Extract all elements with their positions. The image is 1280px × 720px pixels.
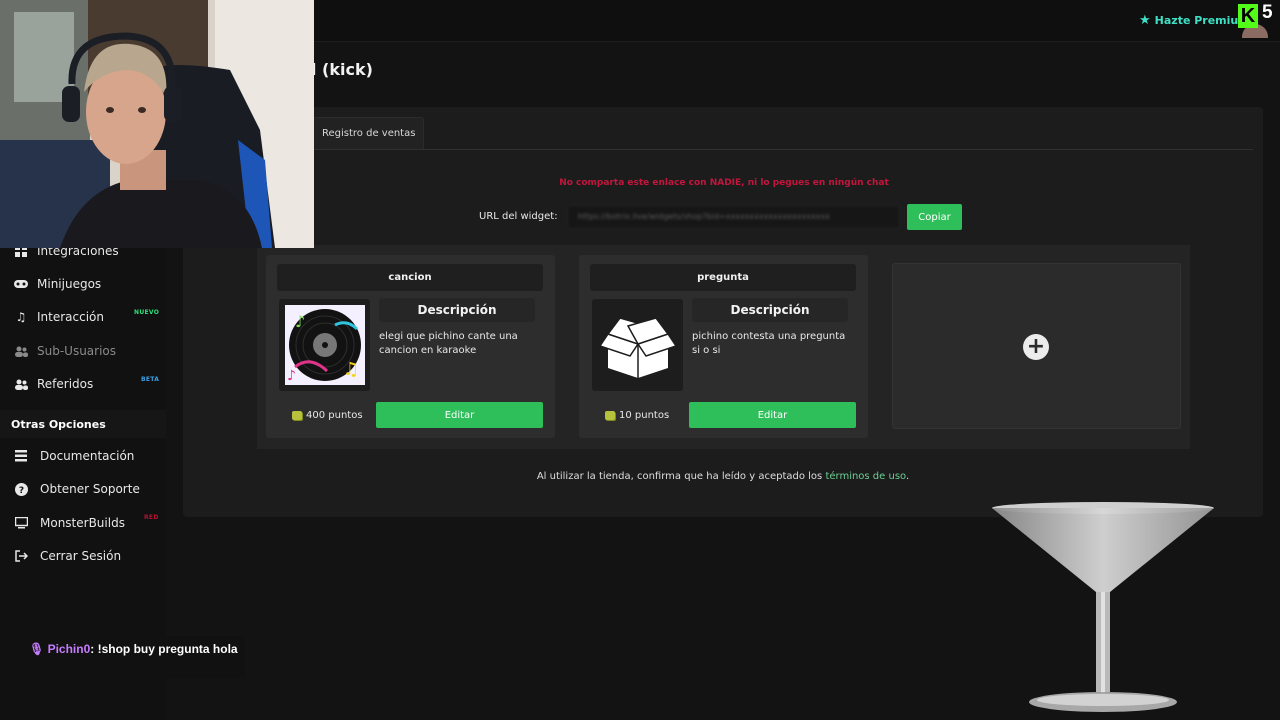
document-icon [14,449,28,463]
svg-text:♪: ♪ [295,312,305,331]
shop-item-card: cancion ♪ ♫ ♪ Descripción elegi que pich… [266,255,555,438]
item-description: pichino contesta una pregunta si o si [692,331,846,356]
sidebar-item-label: Obtener Soporte [40,482,140,496]
microphone-icon: 🎙 [29,642,45,656]
coins-icon [292,411,302,420]
kick-logo-icon: K [1238,4,1258,28]
sidebar-item-referidos[interactable]: Referidos [14,377,93,391]
item-price: 10 puntos [605,410,669,421]
sidebar-item-obtener-soporte[interactable]: ? Obtener Soporte [14,482,140,496]
webcam-overlay [0,0,314,248]
terms-notice: Al utilizar la tienda, confirma que ha l… [0,471,1280,482]
item-price: 400 puntos [292,410,363,421]
sidebar-item-label: MonsterBuilds [40,516,125,530]
users-icon [14,344,28,358]
sidebar-item-label: Sub-Usuarios [37,344,117,358]
chat-message: 🎙 Pichin0: !shop buy pregunta hola [25,636,245,678]
red-badge: RED [144,514,159,521]
sidebar-item-label: Documentación [40,449,135,463]
terms-suffix: . [905,471,910,482]
tab-bar: Registro de ventas [313,117,425,149]
svg-text:♫: ♫ [343,359,359,380]
item-image: ♪ ♫ ♪ [279,299,370,391]
premium-label: Hazte Premium [1154,14,1250,27]
help-icon: ? [14,482,28,496]
points-label: 400 puntos [306,410,363,421]
logout-icon [14,549,28,563]
sidebar-item-minijuegos[interactable]: Minijuegos [14,277,101,291]
terms-link[interactable]: términos de uso [825,471,906,482]
page-title: d (kick) [305,60,373,79]
vinyl-record-icon: ♪ ♫ ♪ [284,305,365,385]
description-heading: Descripción [692,298,848,322]
sidebar-item-sub-usuarios[interactable]: Sub-Usuarios [14,344,116,358]
sidebar-item-label: Referidos [37,377,94,391]
monitor-icon [14,516,28,530]
beta-badge: BETA [141,376,160,383]
star-icon: ★ [1139,13,1151,28]
gamepad-icon [14,277,28,291]
widget-url-field[interactable]: https://botrix.live/widgets/shop?bid=xxx… [567,205,900,229]
open-box-icon [598,317,677,378]
shop-item-card: pregunta Descripción pichino contesta un… [579,255,868,438]
item-image [592,299,683,391]
points-label: 10 puntos [619,410,670,421]
terms-text: Al utilizar la tienda, confirma que ha l… [536,471,826,482]
avatar-number: 5 [1262,2,1273,23]
tab-divider [193,149,1253,150]
sidebar-item-label: Cerrar Sesión [40,549,122,563]
avatar[interactable]: K 5 [1238,2,1273,38]
chat-text: : !shop buy pregunta hola [90,642,238,656]
item-title: pregunta [590,264,856,291]
section-title-otras-opciones: Otras Opciones [0,410,166,438]
music-note-icon: ♫ [15,310,27,324]
svg-text:?: ? [18,486,23,496]
item-description: elegi que pichino cante una cancion en k… [379,331,518,356]
tab-registro-de-ventas[interactable]: Registro de ventas [313,117,425,149]
chat-username: Pichin0 [47,642,91,656]
add-item-card[interactable]: + [892,263,1181,429]
sidebar-item-label: Interacción [37,310,104,324]
users-icon [14,377,28,391]
nuevo-badge: NUEVO [134,309,160,316]
copy-button[interactable]: Copiar [907,204,962,230]
sidebar-item-documentacion[interactable]: Documentación [14,449,134,463]
svg-text:♪: ♪ [287,368,296,384]
sidebar-item-interaccion[interactable]: ♫ Interacción [14,310,104,324]
webcam-image [0,0,314,248]
coins-icon [605,411,615,420]
martini-glass-image [992,502,1214,712]
description-heading: Descripción [379,298,535,322]
item-title: cancion [277,264,543,291]
sidebar-item-cerrar-sesion[interactable]: Cerrar Sesión [14,549,121,563]
plus-circle-icon[interactable]: + [1023,334,1049,360]
premium-button[interactable]: ★ Hazte Premium [1139,13,1250,28]
sidebar-item-monsterbuilds[interactable]: MonsterBuilds [14,516,125,530]
url-label: URL del widget: [479,211,558,222]
edit-button[interactable]: Editar [689,402,856,428]
edit-button[interactable]: Editar [376,402,543,428]
sidebar-item-label: Minijuegos [37,277,102,291]
